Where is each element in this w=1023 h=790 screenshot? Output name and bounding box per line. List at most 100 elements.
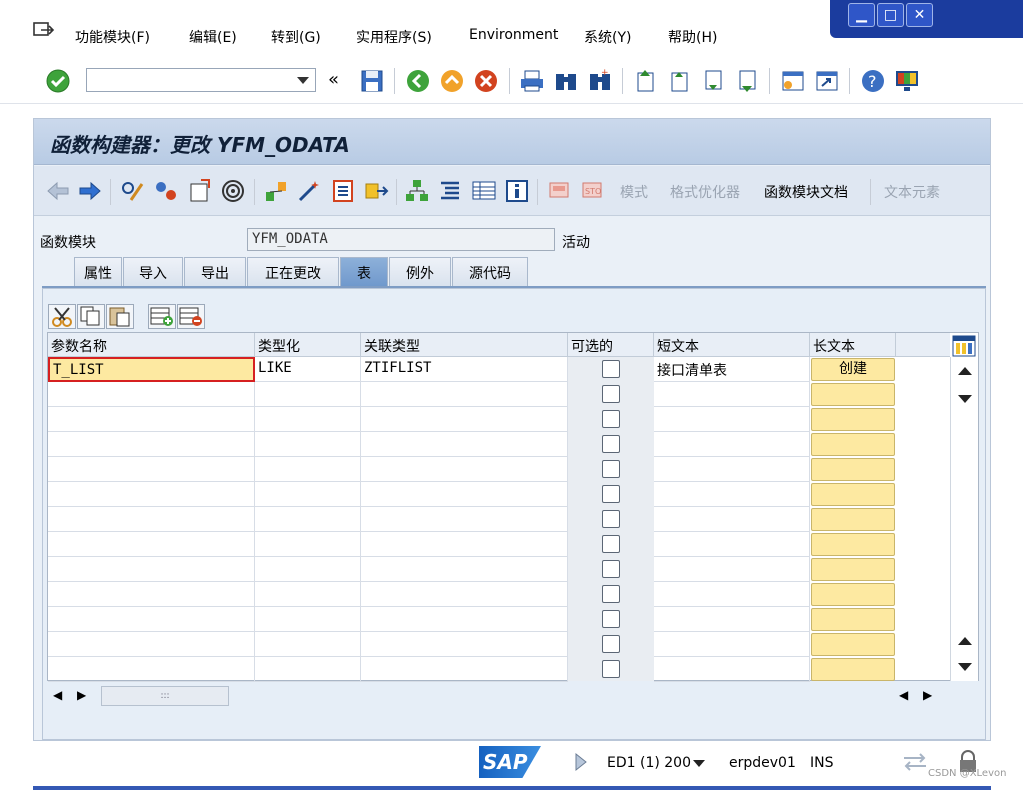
typing-cell[interactable] — [255, 507, 361, 532]
short-text-cell[interactable] — [654, 657, 810, 682]
find-icon[interactable] — [553, 68, 579, 94]
first-page-icon[interactable] — [633, 68, 659, 94]
short-text-cell[interactable] — [654, 457, 810, 482]
optional-checkbox[interactable] — [602, 660, 620, 678]
save-icon[interactable] — [359, 68, 385, 94]
short-text-cell[interactable] — [654, 407, 810, 432]
print-icon[interactable] — [519, 68, 545, 94]
assoc-type-cell[interactable] — [361, 532, 568, 557]
scroll-left-end-icon[interactable]: ◀ — [899, 688, 908, 702]
paste-icon[interactable] — [106, 304, 134, 329]
typing-cell[interactable] — [255, 432, 361, 457]
long-text-button[interactable] — [811, 458, 895, 481]
param-cell[interactable] — [48, 532, 255, 557]
command-field[interactable] — [86, 68, 316, 92]
short-text-cell[interactable] — [654, 382, 810, 407]
scroll-left-icon[interactable]: ◀ — [53, 688, 62, 702]
table-display-icon[interactable] — [471, 178, 497, 204]
scroll-right-end-icon[interactable]: ▶ — [923, 688, 932, 702]
menu-edit[interactable]: 编辑(E) — [189, 27, 237, 47]
short-text-cell[interactable] — [654, 632, 810, 657]
typing-cell[interactable] — [255, 407, 361, 432]
long-text-button[interactable] — [811, 658, 895, 681]
maximize-icon[interactable]: □ — [877, 3, 904, 27]
scroll-up-icon[interactable] — [958, 367, 972, 375]
test-icon[interactable] — [547, 178, 573, 204]
param-cell[interactable] — [48, 557, 255, 582]
assoc-type-cell[interactable] — [361, 582, 568, 607]
pretty-printer-icon[interactable] — [437, 178, 463, 204]
menu-system[interactable]: 系统(Y) — [584, 27, 631, 47]
optional-checkbox[interactable] — [602, 435, 620, 453]
long-text-button[interactable] — [811, 633, 895, 656]
chevron-down-icon[interactable] — [297, 77, 309, 84]
typing-cell[interactable] — [255, 532, 361, 557]
customize-layout-icon[interactable] — [894, 68, 920, 94]
param-cell[interactable] — [48, 507, 255, 532]
param-cell[interactable] — [48, 632, 255, 657]
column-header-typing[interactable]: 类型化 — [255, 333, 361, 357]
next-page-icon[interactable] — [701, 68, 727, 94]
menu-utilities[interactable]: 实用程序(S) — [356, 27, 432, 47]
assoc-type-cell[interactable] — [361, 482, 568, 507]
menu-function-module[interactable]: 功能模块(F) — [75, 27, 150, 47]
scroll-page-up-icon[interactable] — [958, 637, 972, 645]
text-elements-button[interactable]: 文本元素 — [884, 182, 940, 202]
typing-cell[interactable] — [255, 582, 361, 607]
previous-page-icon[interactable] — [667, 68, 693, 94]
short-text-cell[interactable] — [654, 557, 810, 582]
assoc-type-cell[interactable] — [361, 557, 568, 582]
typing-cell[interactable] — [255, 657, 361, 682]
navigation-icon[interactable] — [363, 178, 389, 204]
tab-export[interactable]: 导出 — [184, 257, 246, 287]
long-text-button[interactable] — [811, 383, 895, 406]
back-icon[interactable] — [405, 68, 431, 94]
optional-checkbox[interactable] — [602, 360, 620, 378]
optional-checkbox[interactable] — [602, 410, 620, 428]
optional-checkbox[interactable] — [602, 385, 620, 403]
horizontal-scrollbar[interactable]: ◀ ▶ ::: ◀ ▶ — [47, 684, 979, 708]
optional-checkbox[interactable] — [602, 485, 620, 503]
typing-cell[interactable] — [255, 632, 361, 657]
optional-checkbox[interactable] — [602, 560, 620, 578]
param-cell[interactable] — [48, 607, 255, 632]
wand-icon[interactable] — [296, 178, 322, 204]
scroll-right-icon[interactable]: ▶ — [77, 688, 86, 702]
activate-icon[interactable] — [220, 178, 246, 204]
long-text-button[interactable] — [811, 533, 895, 556]
short-text-cell[interactable]: 接口清单表 — [654, 357, 810, 382]
system-info-dropdown-icon[interactable] — [693, 760, 705, 767]
short-text-cell[interactable] — [654, 582, 810, 607]
short-text-cell[interactable] — [654, 532, 810, 557]
scroll-page-down-icon[interactable] — [958, 663, 972, 671]
copy-icon[interactable] — [77, 304, 105, 329]
tab-exceptions[interactable]: 例外 — [389, 257, 451, 287]
assoc-type-cell[interactable] — [361, 382, 568, 407]
column-header-param[interactable]: 参数名称 — [48, 333, 255, 357]
long-text-button[interactable] — [811, 408, 895, 431]
assoc-type-cell[interactable] — [361, 507, 568, 532]
delete-row-icon[interactable] — [177, 304, 205, 329]
function-module-doc-button[interactable]: 函数模块文档 — [764, 182, 848, 202]
optional-checkbox[interactable] — [602, 510, 620, 528]
short-text-cell[interactable] — [654, 432, 810, 457]
param-cell[interactable] — [48, 382, 255, 407]
column-header-long-text[interactable]: 长文本 — [810, 333, 896, 357]
long-text-button[interactable]: 创建 — [811, 358, 895, 381]
long-text-button[interactable] — [811, 583, 895, 606]
assoc-type-cell[interactable] — [361, 432, 568, 457]
assoc-type-cell[interactable] — [361, 607, 568, 632]
assoc-type-cell[interactable] — [361, 632, 568, 657]
check-object-icon[interactable] — [187, 178, 213, 204]
table-settings-icon[interactable] — [952, 335, 976, 357]
info-icon[interactable] — [504, 178, 530, 204]
param-cell[interactable] — [48, 482, 255, 507]
long-text-button[interactable] — [811, 483, 895, 506]
tab-source-code[interactable]: 源代码 — [452, 257, 528, 287]
assoc-type-cell[interactable] — [361, 407, 568, 432]
optional-checkbox[interactable] — [602, 460, 620, 478]
typing-cell[interactable] — [255, 457, 361, 482]
insert-row-icon[interactable] — [148, 304, 176, 329]
typing-cell[interactable] — [255, 382, 361, 407]
object-list-icon[interactable] — [330, 178, 356, 204]
